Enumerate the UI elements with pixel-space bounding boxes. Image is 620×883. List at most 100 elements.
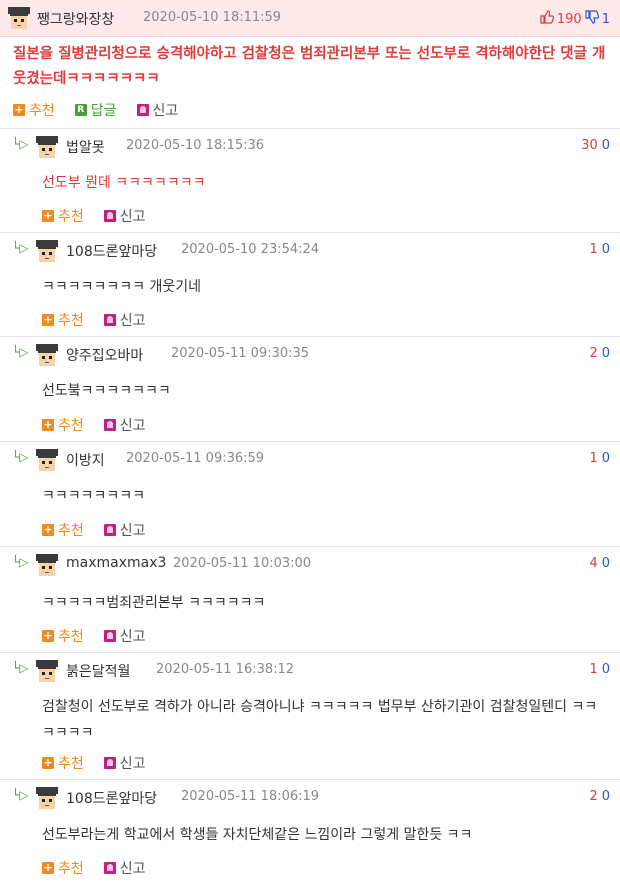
reply-date: 2020-05-10 18:15:36 [126, 138, 265, 153]
reply-author[interactable]: 양주집오바마 [66, 345, 143, 365]
reply-body: 선도붘ㅋㅋㅋㅋㅋㅋㅋ [42, 383, 171, 399]
report-button[interactable]: 신고 [103, 858, 146, 878]
main-post: 쨍그랑와장창 2020-05-10 18:11:59 190 1 질본을 질병관… [0, 0, 620, 129]
reply-downvote-count[interactable]: 0 [602, 789, 610, 804]
report-label: 신고 [119, 629, 146, 645]
reply-item: └▷ 양주집오바마 2020-05-11 09:30:35 20 선도붘ㅋㅋㅋㅋ… [0, 336, 620, 442]
reply-body: 선도부 뭔데 ㅋㅋㅋㅋㅋㅋㅋ [42, 175, 206, 191]
reply-votes: 40 [589, 556, 610, 571]
avatar[interactable] [8, 7, 30, 29]
recommend-button[interactable]: + 추천 [42, 310, 84, 330]
report-button[interactable]: 신고 [103, 520, 146, 540]
reply-date: 2020-05-11 09:36:59 [126, 451, 265, 466]
reply-upvote-count[interactable]: 1 [589, 662, 597, 677]
reply-author[interactable]: 이방지 [66, 450, 105, 470]
plus-icon: + [42, 313, 54, 326]
reply-downvote-count[interactable]: 0 [602, 556, 610, 571]
recommend-button[interactable]: + 추천 [42, 858, 84, 878]
report-icon [103, 630, 116, 642]
reply-author[interactable]: 붉은달적월 [66, 661, 130, 681]
reply-author[interactable]: 법알못 [66, 137, 105, 157]
reply-votes: 20 [589, 346, 610, 361]
reply-downvote-count[interactable]: 0 [602, 662, 610, 677]
recommend-label: 추천 [58, 629, 84, 645]
reply-label: 답글 [90, 103, 117, 119]
avatar[interactable] [36, 660, 58, 682]
reply-upvote-count[interactable]: 1 [589, 451, 597, 466]
reply-arrow-icon: └▷ [12, 555, 29, 569]
report-button[interactable]: 신고 [103, 753, 146, 773]
avatar[interactable] [36, 449, 58, 471]
reply-votes: 30 0 [581, 138, 610, 153]
reply-button[interactable]: R 답글 [74, 100, 117, 120]
reply-upvote-count[interactable]: 4 [589, 556, 597, 571]
post-body: 질본을 질병관리청으로 승격해야하고 검찰청은 범죄관리본부 또는 선도부로 격… [13, 46, 606, 87]
reply-actions: + 추천 신고 [42, 520, 166, 540]
reply-author[interactable]: 108드론앞마당 [66, 788, 157, 808]
report-icon [103, 524, 116, 536]
reply-votes: 10 [589, 242, 610, 257]
reply-date: 2020-05-11 09:30:35 [171, 346, 310, 361]
reply-actions: + 추천 신고 [42, 858, 166, 878]
avatar[interactable] [36, 787, 58, 809]
report-icon [103, 419, 116, 431]
plus-icon: + [42, 629, 54, 642]
reply-arrow-icon: └▷ [12, 241, 29, 255]
reply-arrow-icon: └▷ [12, 450, 29, 464]
recommend-button[interactable]: + 추천 [42, 753, 84, 773]
reply-downvote-count[interactable]: 0 [602, 346, 610, 361]
reply-actions: + 추천 신고 [42, 415, 166, 435]
avatar[interactable] [36, 554, 58, 576]
reply-downvote-count[interactable]: 0 [602, 242, 610, 257]
reply-arrow-icon: └▷ [12, 137, 29, 151]
post-header: 쨍그랑와장창 2020-05-10 18:11:59 190 1 [0, 0, 620, 37]
report-icon [103, 862, 116, 874]
report-button[interactable]: 신고 [136, 100, 178, 120]
report-button[interactable]: 신고 [103, 310, 146, 330]
plus-icon: + [42, 418, 54, 431]
reply-body: 선도부라는게 학교에서 학생들 자치단체같은 느낌이라 그렇게 말한듯 ㅋㅋ [42, 827, 473, 843]
plus-icon: + [13, 103, 25, 116]
reply-upvote-count[interactable]: 2 [589, 789, 597, 804]
reply-body: ㅋㅋㅋㅋㅋ범죄관리본부 ㅋㅋㅋㅋㅋㅋ [42, 595, 266, 611]
thumbs-down-icon[interactable] [585, 10, 599, 28]
reply-author[interactable]: maxmaxmax3 [66, 555, 166, 571]
report-button[interactable]: 신고 [103, 626, 146, 646]
reply-date: 2020-05-11 18:06:19 [181, 789, 320, 804]
upvote-count: 190 [556, 11, 582, 27]
reply-downvote-count[interactable]: 0 [602, 451, 610, 466]
plus-icon: + [42, 209, 54, 222]
reply-upvote-count[interactable]: 2 [589, 346, 597, 361]
post-author[interactable]: 쨍그랑와장창 [37, 9, 114, 29]
report-icon [103, 314, 116, 326]
post-date: 2020-05-10 18:11:59 [143, 10, 282, 25]
post-actions: + 추천 R 답글 신고 [13, 100, 198, 120]
avatar[interactable] [36, 344, 58, 366]
report-label: 신고 [119, 418, 146, 434]
recommend-button[interactable]: + 추천 [42, 206, 84, 226]
avatar[interactable] [36, 136, 58, 158]
recommend-label: 추천 [58, 418, 84, 434]
recommend-label: 추천 [58, 209, 84, 225]
reply-upvote-count[interactable]: 30 [581, 138, 598, 153]
reply-author[interactable]: 108드론앞마당 [66, 241, 157, 261]
reply-votes: 10 [589, 662, 610, 677]
report-button[interactable]: 신고 [103, 415, 146, 435]
reply-arrow-icon: └▷ [12, 345, 29, 359]
recommend-button[interactable]: + 추천 [42, 626, 84, 646]
recommend-label: 추천 [58, 523, 84, 539]
plus-icon: + [42, 756, 54, 769]
report-icon [103, 757, 116, 769]
thumbs-up-icon[interactable] [540, 10, 555, 28]
reply-item: └▷ 108드론앞마당 2020-05-10 23:54:24 10 ㅋㅋㅋㅋㅋ… [0, 232, 620, 337]
recommend-label: 추천 [58, 861, 84, 877]
avatar[interactable] [36, 240, 58, 262]
report-button[interactable]: 신고 [103, 206, 146, 226]
recommend-button[interactable]: + 추천 [13, 100, 55, 120]
recommend-button[interactable]: + 추천 [42, 415, 84, 435]
recommend-button[interactable]: + 추천 [42, 520, 84, 540]
downvote-count: 1 [601, 11, 610, 27]
reply-downvote-count[interactable]: 0 [602, 138, 610, 153]
reply-item: └▷ 법알못 2020-05-10 18:15:36 30 0 선도부 뭔데 ㅋㅋ… [0, 128, 620, 233]
reply-upvote-count[interactable]: 1 [589, 242, 597, 257]
